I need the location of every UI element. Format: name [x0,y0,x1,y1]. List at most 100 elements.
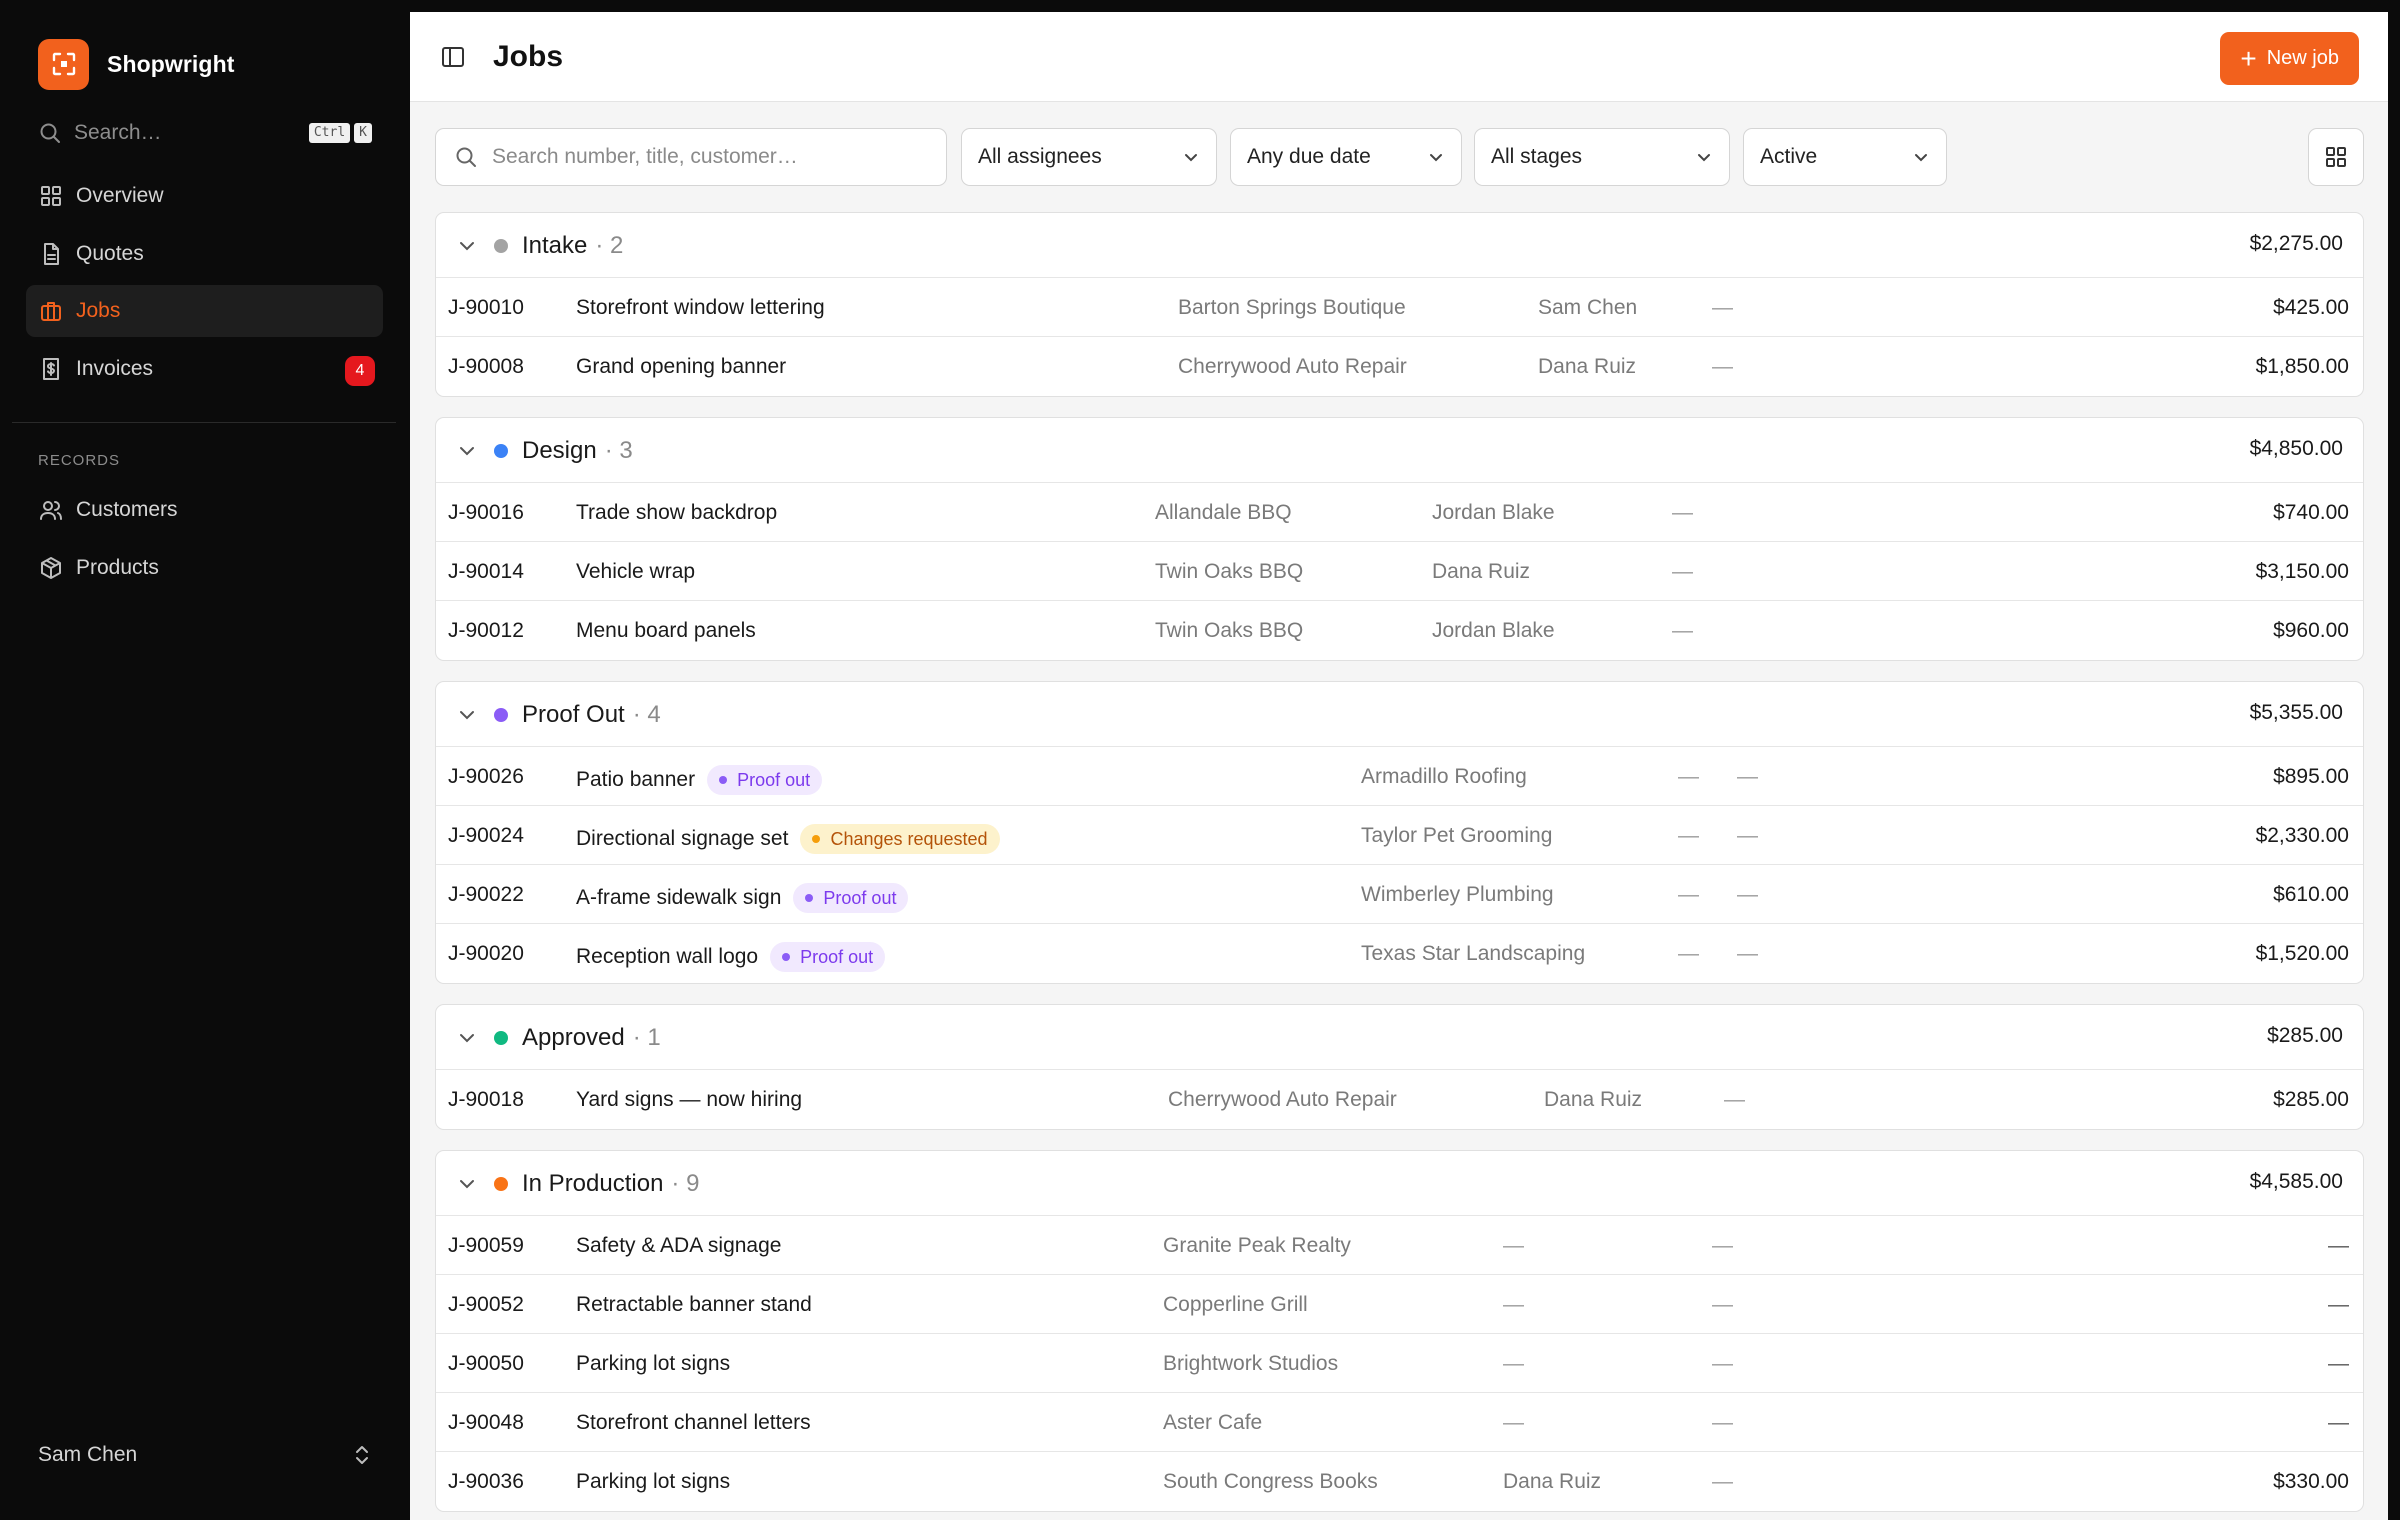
table-row[interactable]: J-90050 Parking lot signs Brightwork Studi… [436,1334,2363,1393]
job-assignee: Dana Ruiz [1544,1088,1643,1111]
stage-group-intake: Intake · 2 $2,275.00 J-90010 Storefront wi… [435,212,2364,397]
stage-name: Approved · 1 [522,1024,661,1052]
stage-group-header[interactable]: Intake · 2 $2,275.00 [436,213,2363,278]
stage-group-header[interactable]: Proof Out · 4 $5,355.00 [436,682,2363,747]
job-assignee: — [1503,1234,1524,1257]
stage-label: Intake [522,232,588,259]
job-customer: Aster Cafe [1163,1411,1263,1434]
sidebar-item-overview[interactable]: Overview [26,170,383,222]
sidebar-item-quotes[interactable]: Quotes [26,228,383,280]
job-due-date: — [1712,1293,1733,1316]
table-row[interactable]: J-90020 Reception wall logo Proof out Texas… [436,924,2363,983]
view-toggle[interactable] [2308,128,2364,186]
job-customer: Twin Oaks BBQ [1155,560,1304,583]
job-number[interactable]: J-90014 [448,560,524,584]
table-row[interactable]: J-90014 Vehicle wrap Twin Oaks BBQ Dana Rui… [436,542,2363,601]
job-title[interactable]: Storefront window lettering [576,296,825,320]
job-number[interactable]: J-90036 [448,1470,524,1494]
job-title[interactable]: Directional signage set Changes requested [576,824,1000,854]
job-customer: Cherrywood Auto Repair [1168,1088,1397,1111]
table-row[interactable]: J-90048 Storefront channel letters Aster C… [436,1393,2363,1452]
job-number[interactable]: J-90008 [448,355,524,379]
job-number[interactable]: J-90018 [448,1088,524,1112]
stage-count: · 4 [632,701,661,728]
stage-group-header[interactable]: In Production · 9 $4,585.00 [436,1151,2363,1216]
job-title[interactable]: Trade show backdrop [576,501,777,525]
chevron-down-icon[interactable] [458,237,476,255]
job-customer: Taylor Pet Grooming [1361,824,1553,847]
stage-label: In Production [522,1170,664,1197]
assignee-filter[interactable]: All assignees [961,128,1217,186]
stage-color-dot [494,708,508,722]
table-row[interactable]: J-90010 Storefront window lettering Barton… [436,278,2363,337]
table-row[interactable]: J-90036 Parking lot signs South Congress B… [436,1452,2363,1511]
job-customer: Twin Oaks BBQ [1155,619,1304,642]
job-search[interactable] [435,128,947,186]
chevron-down-icon[interactable] [458,442,476,460]
chevron-down-icon[interactable] [458,1175,476,1193]
table-row[interactable]: J-90008 Grand opening banner Cherrywood Au… [436,337,2363,396]
job-title[interactable]: Vehicle wrap [576,560,695,584]
job-assignee: Jordan Blake [1432,619,1555,642]
sidebar-item-invoices[interactable]: Invoices 4 [26,343,383,395]
job-title[interactable]: Retractable banner stand [576,1293,812,1317]
stage-filter[interactable]: All stages [1474,128,1730,186]
job-title[interactable]: A-frame sidewalk sign Proof out [576,883,909,913]
brand[interactable]: Shopwright [38,38,234,90]
job-assignee: Dana Ruiz [1538,355,1637,378]
table-row[interactable]: J-90059 Safety & ADA signage Granite Peak … [436,1216,2363,1275]
job-number[interactable]: J-90050 [448,1352,524,1376]
job-amount: $1,850.00 [2255,355,2349,378]
table-row[interactable]: J-90022 A-frame sidewalk sign Proof out Wim… [436,865,2363,924]
job-search-input[interactable] [492,145,912,169]
job-title[interactable]: Parking lot signs [576,1470,730,1494]
sidebar-item-products[interactable]: Products [26,542,383,594]
sidebar-search[interactable]: Search… Ctrl K [38,116,372,150]
table-row[interactable]: J-90026 Patio banner Proof out Armadillo Ro… [436,747,2363,806]
sidebar-item-jobs[interactable]: Jobs [26,285,383,337]
assignee-filter-value: All assignees [978,145,1102,168]
table-row[interactable]: J-90012 Menu board panels Twin Oaks BBQ Jor… [436,601,2363,660]
job-customer: Brightwork Studios [1163,1352,1339,1375]
job-title[interactable]: Patio banner Proof out [576,765,823,795]
job-title[interactable]: Parking lot signs [576,1352,730,1376]
table-row[interactable]: J-90018 Yard signs — now hiring Cherrywood… [436,1070,2363,1129]
due-date-filter[interactable]: Any due date [1230,128,1462,186]
job-title[interactable]: Menu board panels [576,619,756,643]
sidebar-toggle-icon[interactable] [440,44,466,75]
stage-group-header[interactable]: Design · 3 $4,850.00 [436,418,2363,483]
user-menu[interactable]: Sam Chen [38,1438,372,1472]
job-number[interactable]: J-90022 [448,883,524,907]
briefcase-icon [38,298,64,324]
chevron-down-icon[interactable] [458,706,476,724]
job-due-date: — [1724,1088,1745,1111]
sidebar-search-placeholder: Search… [74,121,162,144]
job-number[interactable]: J-90010 [448,296,524,320]
table-row[interactable]: J-90024 Directional signage set Changes re… [436,806,2363,865]
status-filter[interactable]: Active [1743,128,1947,186]
job-number[interactable]: J-90052 [448,1293,524,1317]
job-number[interactable]: J-90048 [448,1411,524,1435]
job-title[interactable]: Safety & ADA signage [576,1234,781,1258]
stage-group-header[interactable]: Approved · 1 $285.00 [436,1005,2363,1070]
sidebar-item-customers[interactable]: Customers [26,484,383,536]
table-row[interactable]: J-90016 Trade show backdrop Allandale BBQ J… [436,483,2363,542]
job-number[interactable]: J-90020 [448,942,524,966]
job-title[interactable]: Yard signs — now hiring [576,1088,802,1112]
job-number[interactable]: J-90016 [448,501,524,525]
chevron-down-icon[interactable] [458,1029,476,1047]
new-job-button[interactable]: + New job [2220,32,2359,85]
table-row[interactable]: J-90052 Retractable banner stand Copperlin… [436,1275,2363,1334]
stage-group-design: Design · 3 $4,850.00 J-90016 Trade show ba… [435,417,2364,661]
job-amount: $895.00 [2273,765,2349,788]
job-number[interactable]: J-90026 [448,765,524,789]
job-assignee: — [1678,824,1699,847]
job-number[interactable]: J-90012 [448,619,524,643]
job-due-date: — [1737,765,1758,788]
job-customer: Barton Springs Boutique [1178,296,1406,319]
job-title[interactable]: Storefront channel letters [576,1411,811,1435]
job-title[interactable]: Reception wall logo Proof out [576,942,886,972]
job-title[interactable]: Grand opening banner [576,355,786,379]
job-number[interactable]: J-90059 [448,1234,524,1258]
job-number[interactable]: J-90024 [448,824,524,848]
